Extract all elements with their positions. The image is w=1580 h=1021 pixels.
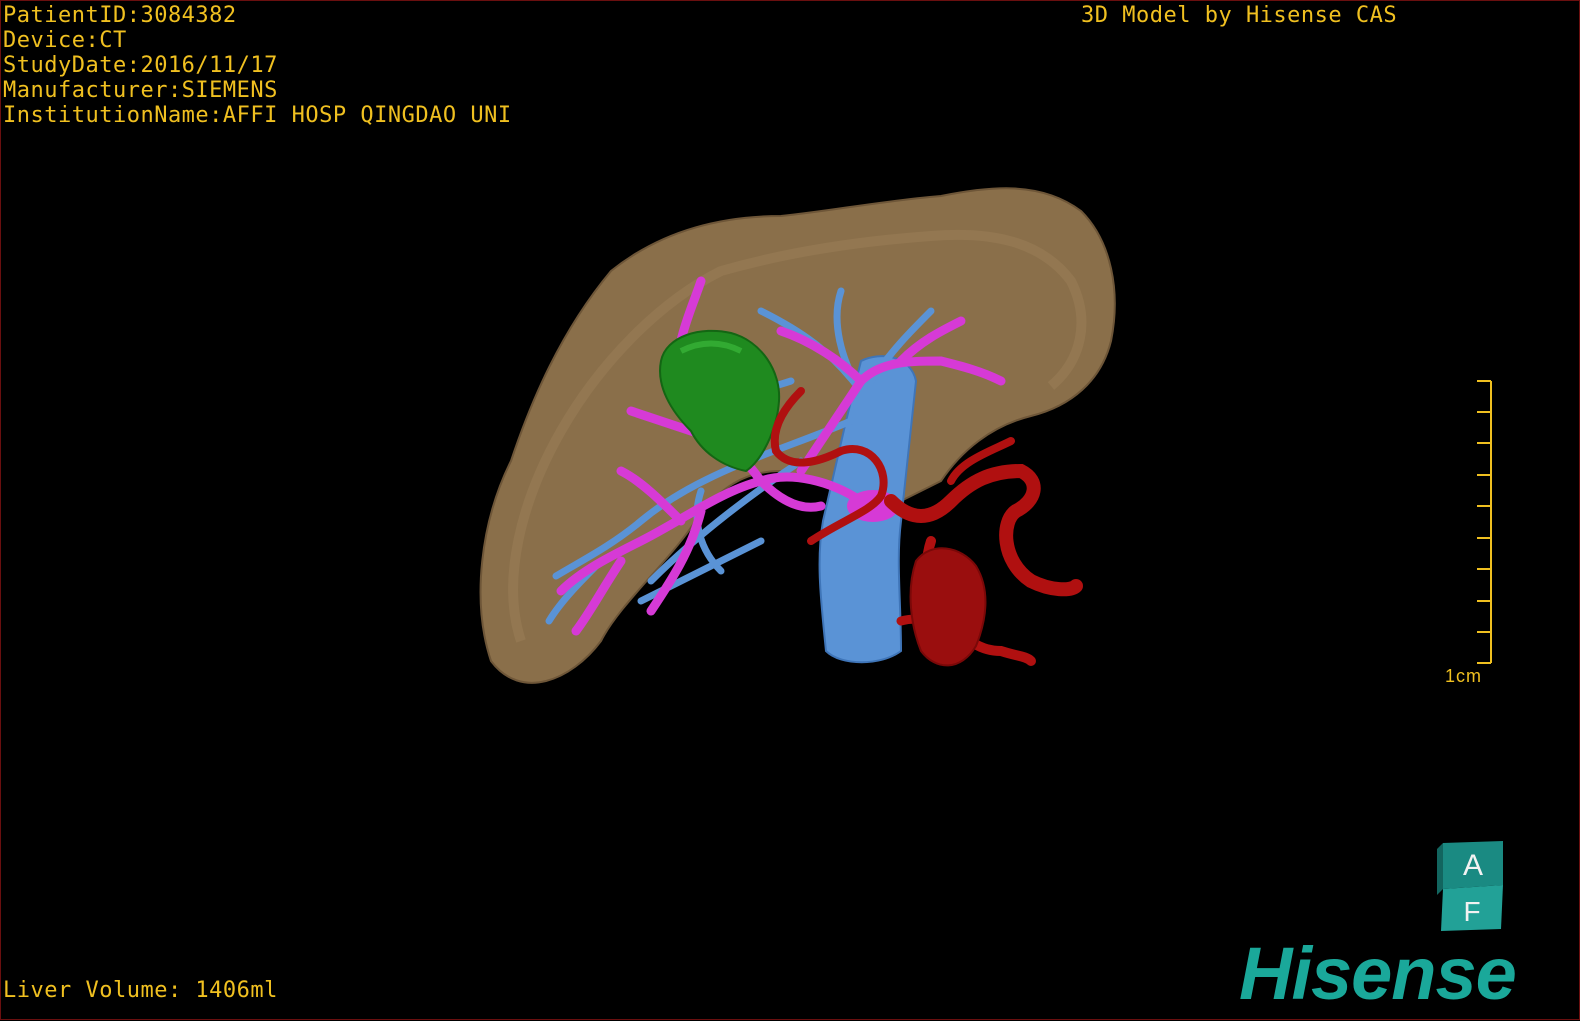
scale-bar-label: 1cm: [1445, 666, 1483, 686]
cube-front-label: F: [1463, 896, 1480, 927]
device-text: Device:CT: [3, 28, 127, 53]
scale-bar: [1477, 380, 1492, 664]
patient-id-text: PatientID:3084382: [3, 3, 237, 28]
study-date-text: StudyDate:2016/11/17: [3, 53, 278, 78]
hisense-logo: Hisense: [1239, 932, 1517, 1015]
cube-top-label: A: [1463, 849, 1483, 882]
institution-text: InstitutionName:AFFI HOSP QINGDAO UNI: [3, 103, 512, 128]
model-title: 3D Model by Hisense CAS: [1081, 3, 1398, 28]
liver-3d-model[interactable]: [1, 1, 1580, 1021]
orientation-cube[interactable]: A F: [1437, 839, 1507, 931]
manufacturer-text: Manufacturer:SIEMENS: [3, 78, 278, 103]
liver-volume-text: Liver Volume: 1406ml: [3, 978, 278, 1003]
liver-surface: [479, 187, 1116, 684]
cube-side-face: [1437, 843, 1443, 895]
spleen-mass: [909, 547, 987, 667]
dicom-info-panel: PatientID:3084382 Device:CT StudyDate:20…: [3, 3, 512, 128]
3d-viewport[interactable]: PatientID:3084382 Device:CT StudyDate:20…: [0, 0, 1580, 1020]
